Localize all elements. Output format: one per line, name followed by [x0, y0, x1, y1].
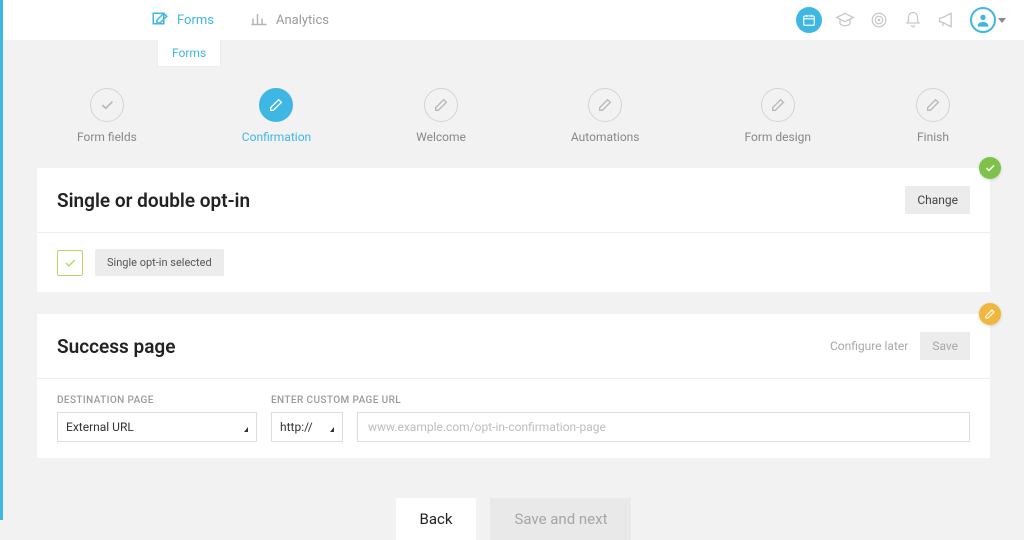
step-label: Welcome: [416, 130, 466, 144]
destination-col: DESTINATION PAGE External URL: [57, 395, 257, 442]
optin-body: Single opt-in selected: [37, 233, 990, 292]
content-area: Form fields Confirmation Welcome Automat…: [3, 40, 1024, 540]
optin-panel-head: Single or double opt-in Change: [37, 168, 990, 232]
bell-icon[interactable]: [902, 9, 924, 31]
step-label: Automations: [571, 130, 640, 144]
step-form-fields[interactable]: Form fields: [77, 88, 137, 144]
url-col: [357, 395, 970, 442]
step-automations[interactable]: Automations: [571, 88, 640, 144]
step-label: Confirmation: [242, 130, 311, 144]
panel-editing-badge-icon: [979, 303, 1001, 325]
success-panel: Success page Configure later Save DESTIN…: [37, 314, 990, 458]
save-and-next-button[interactable]: Save and next: [490, 498, 631, 540]
dropdown-arrow-icon: [244, 423, 248, 432]
check-icon: [90, 88, 124, 122]
optin-status-pill: Single opt-in selected: [95, 249, 224, 276]
step-label: Form design: [744, 130, 811, 144]
step-form-design[interactable]: Form design: [744, 88, 811, 144]
optin-status-row: Single opt-in selected: [57, 249, 970, 276]
pencil-icon: [424, 88, 458, 122]
step-label: Form fields: [77, 130, 137, 144]
panel-complete-badge-icon: [979, 157, 1001, 179]
avatar-menu[interactable]: [970, 7, 1006, 33]
megaphone-icon[interactable]: [936, 9, 958, 31]
destination-value: External URL: [66, 420, 134, 434]
protocol-col: ENTER CUSTOM PAGE URL http://: [271, 395, 343, 442]
avatar-icon: [970, 7, 996, 33]
spacer-label: [357, 395, 970, 406]
pencil-icon: [259, 88, 293, 122]
protocol-select[interactable]: http://: [271, 412, 343, 442]
protocol-value: http://: [280, 420, 313, 434]
pencil-icon: [761, 88, 795, 122]
optin-check-icon: [57, 250, 83, 276]
nav-analytics[interactable]: Analytics: [232, 0, 347, 40]
optin-panel: Single or double opt-in Change Single op…: [37, 168, 990, 292]
pencil-icon: [588, 88, 622, 122]
nav-forms-label: Forms: [177, 13, 214, 28]
url-label: ENTER CUSTOM PAGE URL: [271, 395, 343, 406]
bottom-button-row: Back Save and next: [37, 480, 990, 540]
success-body: DESTINATION PAGE External URL ENTER CUST…: [37, 379, 990, 458]
custom-url-input[interactable]: [357, 412, 970, 442]
destination-select[interactable]: External URL: [57, 412, 257, 442]
step-confirmation[interactable]: Confirmation: [242, 88, 311, 144]
success-save-button[interactable]: Save: [920, 332, 970, 360]
compose-icon: [151, 11, 169, 29]
destination-label: DESTINATION PAGE: [57, 395, 257, 406]
success-form-row: DESTINATION PAGE External URL ENTER CUST…: [57, 395, 970, 442]
success-title: Success page: [57, 335, 175, 358]
pencil-icon: [916, 88, 950, 122]
analytics-icon: [250, 11, 268, 29]
step-welcome[interactable]: Welcome: [416, 88, 466, 144]
dropdown-arrow-icon: [330, 423, 334, 432]
form-stepper: Form fields Confirmation Welcome Automat…: [37, 72, 990, 168]
subtab-forms[interactable]: Forms: [157, 40, 221, 67]
configure-later-link[interactable]: Configure later: [830, 339, 908, 353]
nav-analytics-label: Analytics: [276, 13, 329, 28]
step-label: Finish: [917, 130, 949, 144]
calendar-icon[interactable]: [796, 7, 822, 33]
back-button[interactable]: Back: [396, 498, 477, 540]
target-icon[interactable]: [868, 9, 890, 31]
top-nav: Forms Analytics: [133, 0, 347, 40]
chevron-down-icon: [998, 18, 1006, 23]
optin-change-button[interactable]: Change: [905, 186, 970, 214]
optin-title: Single or double opt-in: [57, 189, 250, 212]
top-navbar: Forms Analytics: [3, 0, 1024, 40]
success-panel-head: Success page Configure later Save: [37, 314, 990, 378]
top-icons-group: [796, 0, 1006, 40]
graduation-icon[interactable]: [834, 9, 856, 31]
step-finish[interactable]: Finish: [916, 88, 950, 144]
nav-forms[interactable]: Forms: [133, 0, 232, 40]
